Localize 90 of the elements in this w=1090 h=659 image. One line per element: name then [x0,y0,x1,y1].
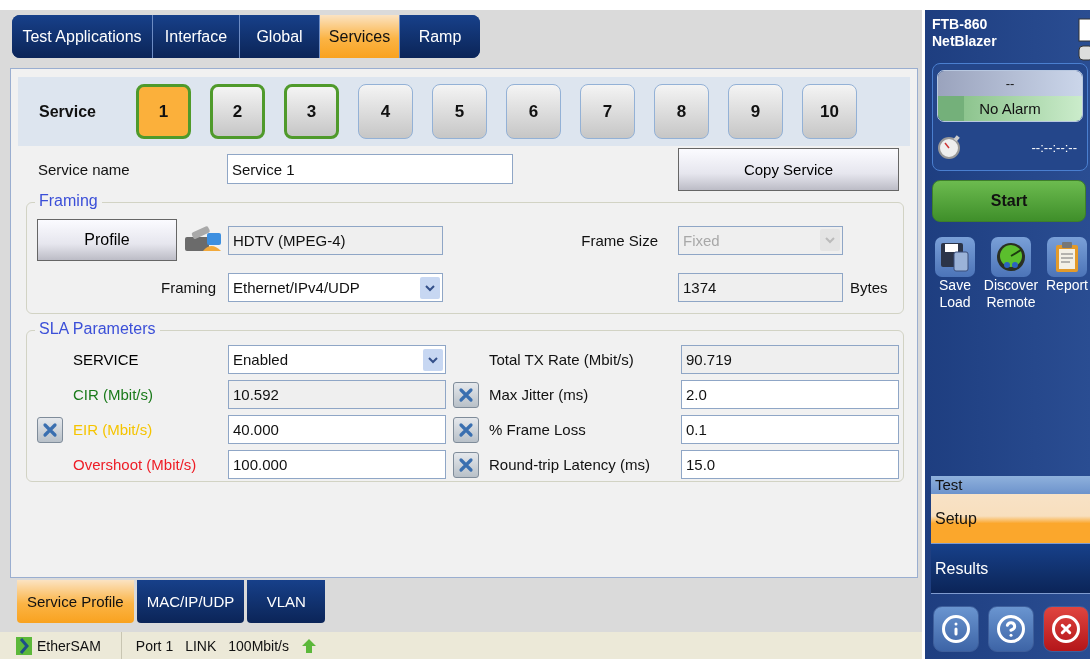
x-icon [458,386,474,403]
service-button[interactable]: 6 [506,84,561,139]
tab[interactable]: MAC/IP/UDP [136,580,245,623]
help-icon [996,614,1026,644]
info-icon [941,614,971,644]
help-button[interactable] [988,606,1034,652]
stopwatch-icon [937,134,963,160]
alarm-top: -- [938,71,1082,96]
field-label: Overshoot (Mbit/s) [73,456,198,473]
readonly-field: 10.592 [228,380,446,409]
status-text: EtherSAM [37,637,101,654]
x-icon [42,421,58,438]
chevron-down-icon [420,276,440,299]
tool-label: Remote [986,294,1036,311]
service-button[interactable]: 2 [210,84,265,139]
field-label: Round-trip Latency (ms) [488,456,651,473]
dropdown-field[interactable]: Enabled [228,345,446,374]
frame-size-field: 1374 [678,273,843,302]
start-button[interactable]: Start [932,180,1086,222]
clear-button[interactable] [453,416,479,443]
field-label: Frame Size [580,231,659,249]
field-label: Service name [38,160,131,178]
input-field[interactable]: Service 1 [227,154,513,184]
input-field[interactable]: 0.1 [681,415,899,444]
report-button[interactable] [1047,237,1087,277]
readonly-field: 90.719 [681,345,899,374]
arrow-up-icon [301,637,317,654]
save-load-button[interactable] [935,237,975,277]
service-button[interactable]: 9 [728,84,783,139]
tool-label: Discover [983,277,1039,294]
input-field[interactable]: 2.0 [681,380,899,409]
tab[interactable]: Service Profile [17,580,134,623]
close-icon [1051,614,1081,644]
field-label: Framing [160,279,217,296]
clear-button[interactable] [453,381,479,408]
service-button[interactable]: 10 [802,84,857,139]
clear-button[interactable] [453,451,479,478]
framing-dropdown[interactable]: Ethernet/IPv4/UDP [228,273,443,302]
alarm-status: No Alarm [938,96,1082,121]
radar-icon [995,241,1027,273]
x-icon [458,421,474,438]
tab[interactable]: Services [320,15,400,58]
field-label: Total TX Rate (Mbit/s) [488,351,635,368]
status-text: 100Mbit/s [228,637,289,654]
nav-item[interactable]: Setup [931,494,1090,544]
copy-service-button[interactable]: Copy Service [678,147,899,191]
close-button[interactable] [1043,606,1089,652]
field-label: CIR (Mbit/s) [73,386,154,403]
device-title: NetBlazer [932,33,998,50]
discover-remote-button[interactable] [991,237,1031,277]
service-button[interactable]: 7 [580,84,635,139]
tab[interactable]: Interface [153,15,240,58]
service-button[interactable]: 8 [654,84,709,139]
status-text: LINK [185,637,217,654]
field-label: % Frame Loss [488,421,587,438]
field-label: SERVICE [73,351,140,368]
profile-field: HDTV (MPEG-4) [228,225,443,255]
tool-label: Report [1046,277,1088,294]
input-field[interactable]: 100.000 [228,450,446,479]
clear-button[interactable] [37,416,63,443]
x-icon [458,456,474,473]
tool-label: Load [939,294,971,311]
nav-item[interactable]: Results [931,544,1090,594]
tab[interactable]: Test Applications [12,15,153,58]
input-field[interactable]: 40.000 [228,415,446,444]
chevron-down-icon [820,229,840,251]
timer-text: --:--:--:-- [1031,139,1077,155]
clipboard-icon [1054,241,1080,273]
service-button[interactable]: 3 [284,84,339,139]
unit-label: Bytes [849,279,889,296]
input-field[interactable]: 15.0 [681,450,899,479]
profile-button[interactable]: Profile [37,219,177,261]
group-title: Framing [35,192,102,210]
tab[interactable]: Global [240,15,320,58]
service-button[interactable]: 5 [432,84,487,139]
service-button[interactable]: 4 [358,84,413,139]
device-title: FTB-860 [932,16,989,33]
section-header: Test [931,476,1090,494]
chevron-down-icon [423,348,443,371]
floppy-disk-icon [940,241,970,273]
logo-icon [16,636,32,655]
service-button[interactable]: 1 [136,84,191,139]
service-label: Service [39,102,97,121]
status-text: Port 1 [135,637,174,654]
tab[interactable]: VLAN [247,580,326,623]
tab[interactable]: Ramp [400,15,480,58]
field-label: Max Jitter (ms) [488,386,590,403]
tool-label: Save [939,277,971,294]
field-label: EIR (Mbit/s) [73,421,154,438]
info-button[interactable] [933,606,979,652]
